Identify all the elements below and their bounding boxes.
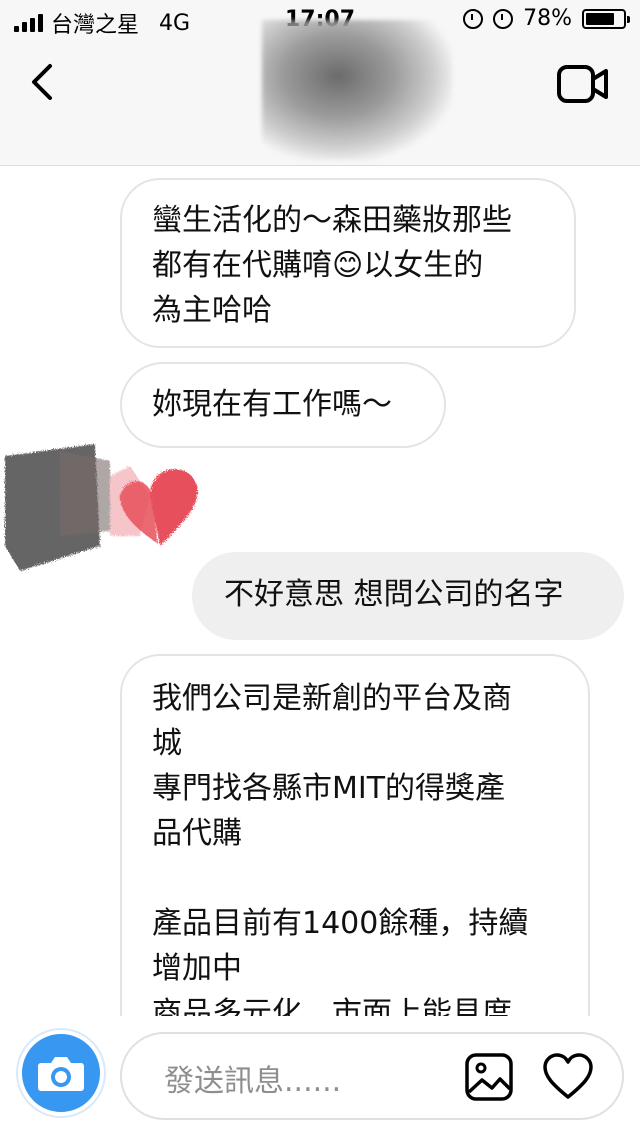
gallery-button[interactable]	[464, 1052, 514, 1102]
chevron-left-icon	[32, 64, 52, 100]
avatar[interactable]	[262, 20, 452, 160]
battery-percent: 78%	[523, 6, 572, 31]
message-outgoing-1[interactable]: 不好意思 想問公司的名字	[192, 552, 624, 640]
camera-button[interactable]	[18, 1030, 104, 1116]
message-incoming-1[interactable]: 蠻生活化的～森田藥妝那些 都有在代購唷😊以女生的 為主哈哈	[120, 178, 576, 348]
alarm-icon	[493, 8, 514, 29]
message-input[interactable]: 發送訊息......	[120, 1032, 624, 1120]
message-incoming-3[interactable]: 我們公司是新創的平台及商 城 專門找各縣市MIT的得獎產 品代購 產品目前有14…	[120, 654, 590, 1016]
camera-icon	[38, 1057, 84, 1091]
gallery-icon	[465, 1053, 513, 1101]
video-call-button[interactable]	[556, 62, 610, 106]
chat-header	[0, 20, 640, 166]
back-button[interactable]	[22, 60, 66, 104]
message-composer: 發送訊息......	[0, 1016, 640, 1136]
heart-sticker[interactable]	[0, 436, 210, 576]
message-list[interactable]: 蠻生活化的～森田藥妝那些 都有在代購唷😊以女生的 為主哈哈 妳現在有工作嗎～ 不…	[0, 166, 640, 1016]
rotation-lock-icon	[463, 8, 484, 29]
battery-icon	[582, 8, 630, 29]
message-input-placeholder: 發送訊息......	[164, 1064, 342, 1099]
like-button[interactable]	[542, 1052, 594, 1102]
status-right: 78%	[463, 6, 630, 31]
heart-icon	[543, 1053, 593, 1099]
video-camera-icon	[557, 65, 608, 103]
